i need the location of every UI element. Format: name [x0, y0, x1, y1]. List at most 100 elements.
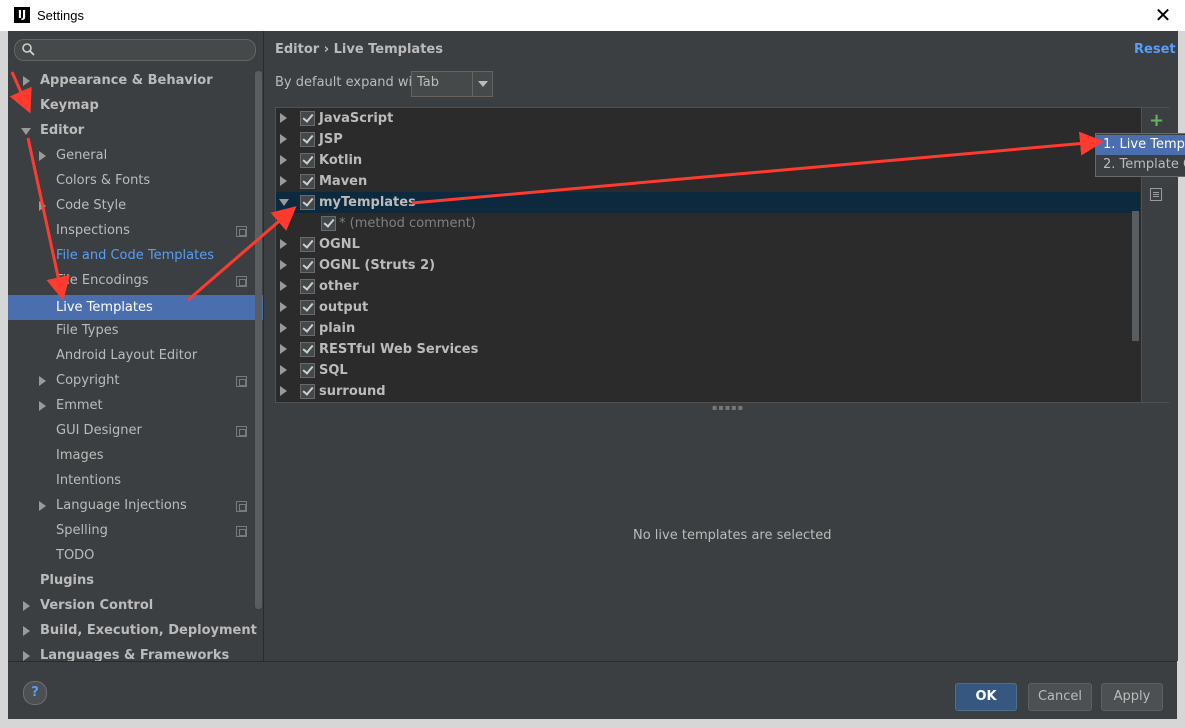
- expand-arrow-icon[interactable]: [280, 365, 287, 375]
- template-group-output[interactable]: output: [319, 297, 368, 318]
- splitter-grip-icon[interactable]: ▪▪▪▪▪: [712, 403, 744, 412]
- group-checkbox[interactable]: [300, 384, 315, 399]
- template-checkbox[interactable]: [321, 216, 336, 231]
- dialog-button-bar: ? OK Cancel Apply: [8, 661, 1177, 719]
- sidebar-scrollbar[interactable]: [255, 71, 262, 609]
- template-group-javascript[interactable]: JavaScript: [319, 108, 393, 129]
- expand-arrow-icon[interactable]: [280, 113, 287, 123]
- templates-scrollbar[interactable]: [1132, 211, 1139, 341]
- sidebar-item-version-control[interactable]: Version Control: [40, 593, 153, 618]
- expand-arrow-icon[interactable]: [280, 344, 287, 354]
- chevron-down-icon[interactable]: [472, 72, 493, 96]
- sidebar-item-copyright[interactable]: Copyright: [56, 368, 120, 393]
- sidebar-item-live-templates[interactable]: Live Templates: [8, 295, 263, 320]
- group-checkbox[interactable]: [300, 111, 315, 126]
- sidebar-item-file-encodings[interactable]: File Encodings: [56, 268, 149, 293]
- template-group-jsp[interactable]: JSP: [319, 129, 343, 150]
- expand-arrow-icon[interactable]: [39, 151, 46, 161]
- template-group-mytemplates[interactable]: myTemplates: [319, 192, 416, 213]
- template-group-ognl-struts[interactable]: OGNL (Struts 2): [319, 255, 435, 276]
- group-checkbox[interactable]: [300, 321, 315, 336]
- expand-arrow-icon[interactable]: [280, 134, 287, 144]
- group-checkbox[interactable]: [300, 132, 315, 147]
- sidebar-item-todo[interactable]: TODO: [56, 543, 94, 568]
- expand-arrow-icon[interactable]: [39, 376, 46, 386]
- sidebar-item-file-types[interactable]: File Types: [56, 318, 119, 343]
- expand-arrow-icon[interactable]: [280, 260, 287, 270]
- group-checkbox[interactable]: [300, 258, 315, 273]
- collapse-arrow-icon[interactable]: [21, 128, 31, 135]
- expand-arrow-icon[interactable]: [23, 626, 30, 636]
- reset-link[interactable]: Reset: [1134, 42, 1176, 57]
- sidebar-item-editor[interactable]: Editor: [40, 118, 84, 143]
- sidebar-item-general[interactable]: General: [56, 143, 107, 168]
- expand-arrow-icon[interactable]: [280, 281, 287, 291]
- title-bar: IJ Settings ✕: [0, 0, 1185, 32]
- expand-arrow-icon[interactable]: [280, 323, 287, 333]
- project-scope-icon: [236, 526, 247, 537]
- sidebar-item-gui-designer[interactable]: GUI Designer: [56, 418, 142, 443]
- template-row-selected[interactable]: myTemplates: [276, 192, 1140, 213]
- apply-button[interactable]: Apply: [1101, 683, 1163, 711]
- ok-button[interactable]: OK: [955, 683, 1017, 711]
- template-group-restful[interactable]: RESTful Web Services: [319, 339, 478, 360]
- template-group-maven[interactable]: Maven: [319, 171, 367, 192]
- group-checkbox[interactable]: [300, 174, 315, 189]
- sidebar-item-intentions[interactable]: Intentions: [56, 468, 121, 493]
- empty-selection-message: No live templates are selected: [633, 528, 832, 543]
- template-group-sql[interactable]: SQL: [319, 360, 348, 381]
- template-group-ognl[interactable]: OGNL: [319, 234, 360, 255]
- sidebar-item-keymap[interactable]: Keymap: [40, 93, 99, 118]
- menu-item-template-group[interactable]: 2. Template Group...: [1096, 155, 1185, 175]
- expand-with-label: By default expand with: [275, 75, 426, 90]
- expand-arrow-icon[interactable]: [23, 76, 30, 86]
- cancel-button[interactable]: Cancel: [1028, 683, 1092, 711]
- sidebar-item-language-injections[interactable]: Language Injections: [56, 493, 187, 518]
- group-checkbox[interactable]: [300, 300, 315, 315]
- settings-sidebar: Appearance & Behavior Keymap Editor Gene…: [8, 31, 263, 663]
- expand-arrow-icon[interactable]: [39, 401, 46, 411]
- sidebar-item-colors-fonts[interactable]: Colors & Fonts: [56, 168, 150, 193]
- expand-arrow-icon[interactable]: [280, 239, 287, 249]
- breadcrumb: Editor › Live Templates: [275, 42, 443, 57]
- expand-arrow-icon[interactable]: [23, 651, 30, 661]
- template-group-other[interactable]: other: [319, 276, 359, 297]
- close-icon[interactable]: ✕: [1152, 3, 1174, 27]
- window-title: Settings: [37, 8, 84, 23]
- copy-list-icon[interactable]: [1150, 188, 1162, 201]
- sidebar-item-appearance-behavior[interactable]: Appearance & Behavior: [40, 68, 213, 93]
- template-method-comment[interactable]: * (method comment): [339, 213, 476, 234]
- group-checkbox[interactable]: [300, 237, 315, 252]
- project-scope-icon: [236, 276, 247, 287]
- expand-arrow-icon[interactable]: [39, 201, 46, 211]
- sidebar-item-plugins[interactable]: Plugins: [40, 568, 94, 593]
- group-checkbox[interactable]: [300, 195, 315, 210]
- search-input[interactable]: [14, 39, 256, 61]
- group-checkbox[interactable]: [300, 342, 315, 357]
- expand-arrow-icon[interactable]: [280, 302, 287, 312]
- help-icon[interactable]: ?: [23, 681, 47, 705]
- sidebar-item-code-style[interactable]: Code Style: [56, 193, 126, 218]
- menu-item-live-template[interactable]: 1. Live Template: [1096, 135, 1185, 155]
- sidebar-item-emmet[interactable]: Emmet: [56, 393, 103, 418]
- sidebar-item-android-layout-editor[interactable]: Android Layout Editor: [56, 343, 197, 368]
- group-checkbox[interactable]: [300, 363, 315, 378]
- sidebar-item-images[interactable]: Images: [56, 443, 104, 468]
- expand-arrow-icon[interactable]: [23, 601, 30, 611]
- expand-arrow-icon[interactable]: [280, 176, 287, 186]
- expand-arrow-icon[interactable]: [280, 386, 287, 396]
- template-group-kotlin[interactable]: Kotlin: [319, 150, 362, 171]
- expand-with-select[interactable]: Tab: [411, 71, 493, 97]
- sidebar-item-spelling[interactable]: Spelling: [56, 518, 108, 543]
- sidebar-item-inspections[interactable]: Inspections: [56, 218, 130, 243]
- sidebar-item-build-execution-deployment[interactable]: Build, Execution, Deployment: [40, 618, 257, 643]
- expand-arrow-icon[interactable]: [280, 155, 287, 165]
- group-checkbox[interactable]: [300, 279, 315, 294]
- collapse-arrow-icon[interactable]: [279, 199, 289, 206]
- group-checkbox[interactable]: [300, 153, 315, 168]
- add-plus-icon[interactable]: +: [1149, 112, 1164, 130]
- expand-arrow-icon[interactable]: [39, 501, 46, 511]
- sidebar-item-file-code-templates[interactable]: File and Code Templates: [56, 243, 214, 268]
- template-group-plain[interactable]: plain: [319, 318, 355, 339]
- template-group-surround[interactable]: surround: [319, 381, 386, 402]
